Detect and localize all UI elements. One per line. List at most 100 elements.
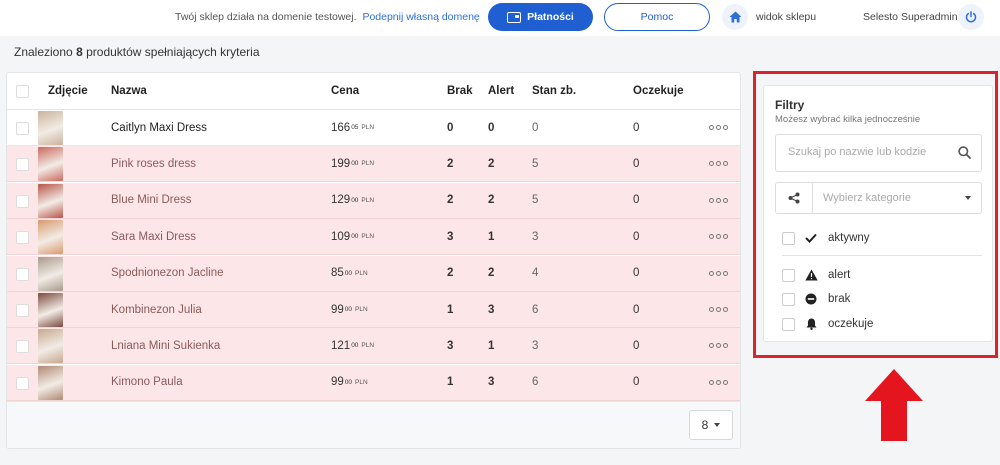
- header-name[interactable]: Nazwa: [111, 73, 147, 109]
- product-alert: 2: [488, 267, 495, 280]
- row-checkbox[interactable]: [16, 194, 29, 208]
- product-pending: 0: [633, 303, 640, 316]
- product-stock: 5: [532, 194, 539, 207]
- filter-pending[interactable]: oczekuje: [782, 316, 873, 332]
- product-photo[interactable]: [38, 111, 63, 145]
- product-alert: 3: [488, 303, 495, 316]
- more-options-icon[interactable]: [709, 183, 728, 218]
- more-options-icon[interactable]: [709, 146, 728, 181]
- price-currency: PLN: [361, 160, 375, 168]
- row-checkbox[interactable]: [16, 340, 29, 354]
- product-name[interactable]: Pink roses dress: [111, 146, 196, 181]
- table-row[interactable]: Spodnionezon Jacline 85 00 PLN 2 2 4 0: [7, 255, 740, 292]
- header-stock[interactable]: Stan zb.: [532, 73, 576, 109]
- price-decimal: 00: [351, 196, 359, 204]
- product-price: 99 00 PLN: [331, 292, 368, 327]
- row-checkbox[interactable]: [16, 122, 29, 135]
- product-name[interactable]: Kimono Paula: [111, 365, 183, 400]
- share-icon: [776, 183, 813, 213]
- search-icon[interactable]: [958, 146, 971, 164]
- product-alert: 1: [488, 230, 495, 243]
- product-alert: 0: [488, 121, 495, 134]
- header-price[interactable]: Cena: [331, 73, 359, 109]
- product-pending: 0: [633, 267, 640, 280]
- category-select[interactable]: Wybierz kategorie: [775, 182, 982, 214]
- product-brak: 1: [447, 303, 454, 316]
- user-name[interactable]: Selesto Superadmin: [863, 11, 958, 23]
- product-pending: 0: [633, 157, 640, 170]
- active-checkbox[interactable]: [782, 231, 795, 245]
- price-currency: PLN: [361, 196, 375, 204]
- product-photo[interactable]: [38, 365, 63, 400]
- table-row[interactable]: Pink roses dress 199 00 PLN 2 2 5 0: [7, 146, 740, 183]
- product-photo[interactable]: [38, 256, 63, 291]
- more-options-icon[interactable]: [709, 219, 728, 254]
- table-row[interactable]: Blue Mini Dress 129 00 PLN 2 2 5 0: [7, 182, 740, 219]
- header-pending[interactable]: Oczekuje: [633, 73, 684, 109]
- more-options-icon[interactable]: [709, 110, 728, 145]
- product-alert: 3: [488, 376, 495, 389]
- store-view-link[interactable]: widok sklepu: [756, 11, 816, 23]
- product-photo[interactable]: [38, 220, 63, 255]
- price-decimal: 00: [351, 342, 359, 350]
- product-name[interactable]: Caitlyn Maxi Dress: [111, 110, 207, 145]
- product-photo[interactable]: [38, 293, 63, 327]
- help-button[interactable]: Pomoc: [604, 3, 710, 31]
- filter-brak[interactable]: brak: [782, 291, 850, 307]
- alert-checkbox[interactable]: [782, 268, 795, 282]
- header-brak[interactable]: Brak: [447, 73, 473, 109]
- table-row[interactable]: Lniana Mini Sukienka 121 00 PLN 3 1 3 0: [7, 328, 740, 365]
- product-price: 166 05 PLN: [331, 110, 374, 145]
- more-options-icon[interactable]: [709, 256, 728, 291]
- select-all-checkbox[interactable]: [16, 85, 29, 98]
- row-checkbox[interactable]: [16, 231, 29, 245]
- table-footer: [7, 401, 740, 448]
- row-checkbox[interactable]: [16, 267, 29, 281]
- product-brak: 2: [447, 194, 454, 207]
- table-header: Zdjęcie Nazwa Cena Brak Alert Stan zb. O…: [7, 73, 740, 110]
- chevron-down-icon: [965, 196, 971, 200]
- filter-alert[interactable]: alert: [782, 267, 850, 283]
- price-integer: 85: [331, 267, 344, 280]
- table-row[interactable]: Caitlyn Maxi Dress 166 05 PLN 0 0 0 0: [7, 110, 740, 146]
- product-photo[interactable]: [38, 183, 63, 218]
- product-name[interactable]: Spodnionezon Jacline: [111, 256, 224, 291]
- product-name[interactable]: Sara Maxi Dress: [111, 219, 196, 254]
- table-row[interactable]: Kombinezon Julia 99 00 PLN 1 3 6 0: [7, 292, 740, 328]
- brak-checkbox[interactable]: [782, 292, 795, 306]
- row-checkbox[interactable]: [16, 304, 29, 317]
- power-icon[interactable]: [958, 4, 984, 30]
- filter-active[interactable]: aktywny: [782, 230, 870, 246]
- product-name[interactable]: Blue Mini Dress: [111, 183, 192, 218]
- per-page-select[interactable]: 8: [689, 410, 733, 440]
- product-photo[interactable]: [38, 329, 63, 364]
- table-row[interactable]: Kimono Paula 99 00 PLN 1 3 6 0: [7, 364, 740, 401]
- pending-checkbox[interactable]: [782, 317, 795, 331]
- price-currency: PLN: [355, 306, 368, 313]
- connect-domain-link[interactable]: Podepnij własną domenę: [362, 11, 479, 23]
- search-field[interactable]: [775, 134, 982, 172]
- more-options-icon[interactable]: [709, 292, 728, 327]
- row-checkbox[interactable]: [16, 158, 29, 172]
- price-integer: 199: [331, 157, 351, 170]
- more-options-icon[interactable]: [709, 328, 728, 363]
- arrow-up-icon: [865, 369, 923, 441]
- payments-button[interactable]: Płatności: [488, 3, 593, 31]
- row-checkbox[interactable]: [16, 376, 29, 390]
- filters-panel: Filtry Możesz wybrać kilka jednocześnie …: [763, 85, 993, 342]
- product-name[interactable]: Kombinezon Julia: [111, 292, 202, 327]
- price-currency: PLN: [355, 378, 368, 386]
- per-page-value: 8: [701, 418, 709, 432]
- table-row[interactable]: Sara Maxi Dress 109 00 PLN 3 1 3 0: [7, 219, 740, 256]
- product-price: 121 00 PLN: [331, 328, 374, 363]
- product-name[interactable]: Lniana Mini Sukienka: [111, 328, 220, 363]
- search-input[interactable]: [788, 146, 948, 158]
- header-alert[interactable]: Alert: [488, 73, 514, 109]
- domain-notice: Twój sklep działa na domenie testowej. P…: [175, 11, 480, 23]
- results-prefix: Znaleziono: [14, 45, 73, 59]
- home-icon[interactable]: [722, 4, 748, 30]
- product-photo[interactable]: [38, 147, 63, 182]
- more-options-icon[interactable]: [709, 365, 728, 400]
- price-decimal: 00: [351, 160, 359, 168]
- header-photo[interactable]: Zdjęcie: [48, 73, 88, 109]
